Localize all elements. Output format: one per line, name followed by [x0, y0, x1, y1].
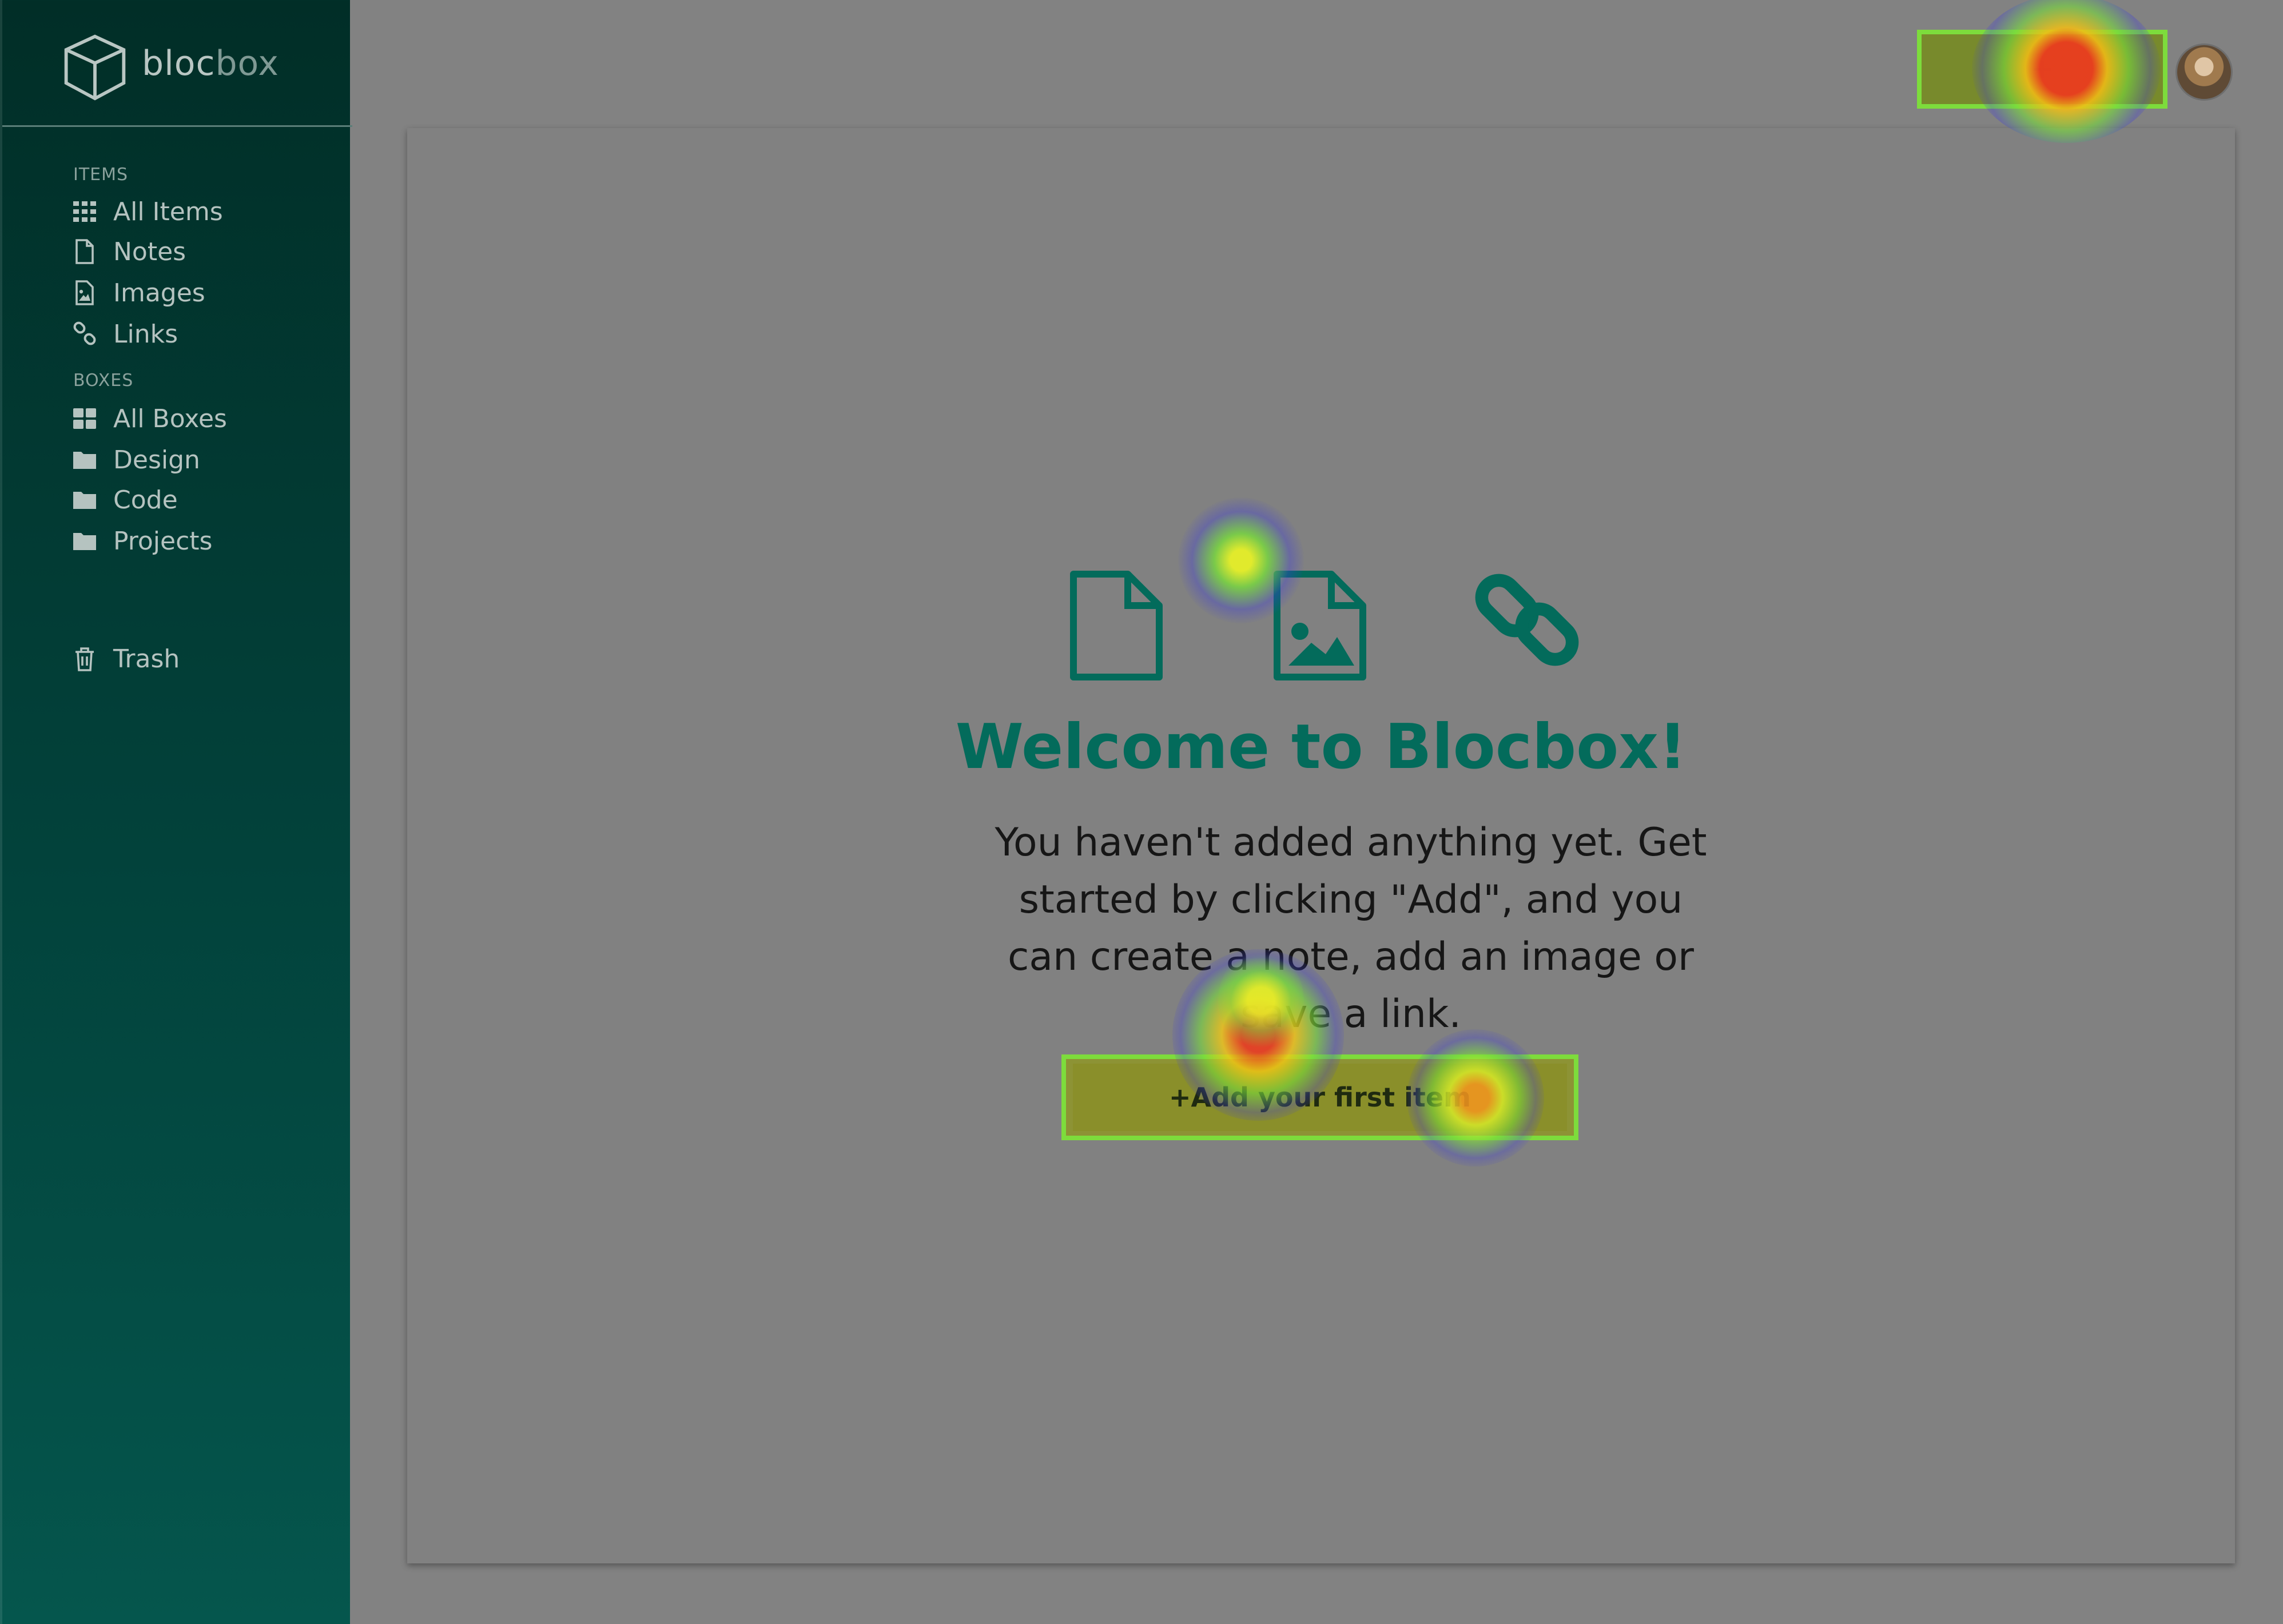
sidebar-item-links[interactable]: Links	[71, 316, 178, 352]
sidebar-item-label: All Boxes	[113, 404, 227, 433]
sidebar-item-label: Notes	[113, 237, 186, 266]
main-card: Welcome to Blocbox! You haven't added an…	[407, 128, 2235, 1563]
brand-name: blocbox	[142, 43, 279, 83]
sidebar-item-label: Design	[113, 445, 200, 475]
file-icon	[71, 238, 98, 265]
add-first-item-button[interactable]: +Add your first item	[1061, 1054, 1578, 1140]
sidebar-item-label: Links	[113, 319, 178, 349]
sidebar-item-label: Code	[113, 485, 178, 515]
sidebar-item-trash[interactable]: Trash	[71, 640, 180, 677]
boxes-header: BOXES	[73, 371, 134, 391]
sidebar-item-images[interactable]: Images	[71, 274, 205, 311]
sidebar-item-label: All Items	[113, 197, 223, 226]
sidebar-item-label: Trash	[113, 644, 180, 674]
sidebar-item-label: Images	[113, 278, 205, 308]
add-first-item-label: +Add your first item	[1073, 1064, 1567, 1131]
folder-icon	[71, 486, 98, 514]
folder-icon	[71, 527, 98, 555]
trash-icon	[71, 645, 98, 672]
sidebar-item-notes[interactable]: Notes	[71, 233, 186, 270]
image-file-icon	[71, 279, 98, 307]
folder-icon	[71, 446, 98, 473]
note-file-icon	[1065, 568, 1168, 683]
squares-icon	[71, 405, 98, 432]
link-icon	[71, 320, 98, 348]
sidebar-item-design[interactable]: Design	[71, 441, 200, 478]
avatar[interactable]	[2175, 43, 2233, 101]
image-file-icon	[1268, 568, 1371, 683]
add-button-label: +	[2030, 53, 2054, 85]
link-icon	[1470, 563, 1584, 677]
items-header: ITEMS	[73, 165, 129, 185]
sidebar-item-code[interactable]: Code	[71, 481, 178, 518]
add-button[interactable]: +	[1917, 30, 2167, 109]
welcome-title: Welcome to Blocbox!	[955, 711, 1687, 783]
sidebar-item-projects[interactable]: Projects	[71, 523, 212, 559]
sidebar-item-all-boxes[interactable]: All Boxes	[71, 400, 227, 437]
sidebar: blocbox ITEMS All Items Notes Images Lin…	[0, 0, 352, 1624]
sidebar-item-label: Projects	[113, 526, 213, 556]
welcome-text: You haven't added anything yet. Get star…	[995, 820, 1707, 1037]
brand[interactable]: blocbox	[2, 0, 352, 127]
grid-icon	[71, 198, 98, 225]
sidebar-item-all-items[interactable]: All Items	[71, 193, 223, 230]
cube-logo-icon	[64, 34, 126, 101]
